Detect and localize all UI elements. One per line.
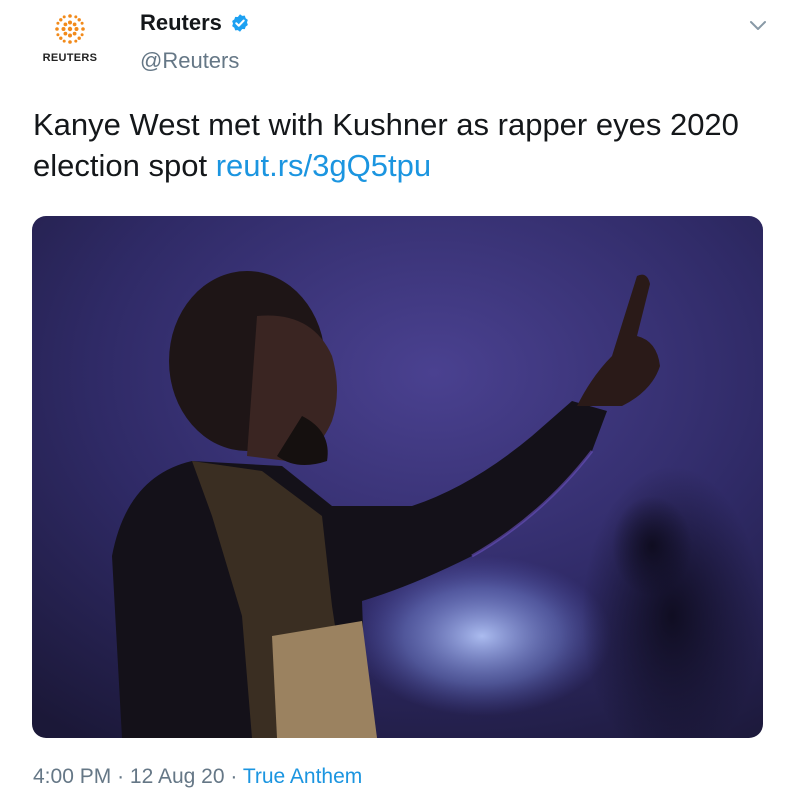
- tweet-time[interactable]: 4:00 PM: [33, 765, 111, 788]
- meta-separator: ·: [117, 765, 125, 788]
- account-name[interactable]: Reuters: [140, 10, 222, 36]
- account-name-row[interactable]: Reuters: [140, 10, 250, 36]
- reuters-logo-icon: [55, 14, 85, 44]
- tweet-date[interactable]: 12 Aug 20: [130, 765, 225, 788]
- photo-image: [32, 216, 763, 738]
- tweet-link[interactable]: reut.rs/3gQ5tpu: [216, 148, 431, 183]
- tweet-source[interactable]: True Anthem: [243, 765, 362, 788]
- tweet-text: Kanye West met with Kushner as rapper ey…: [33, 104, 773, 186]
- meta-separator-2: ·: [230, 765, 238, 788]
- tweet-meta: 4:00 PM · 12 Aug 20 · True Anthem: [33, 765, 362, 789]
- tweet-photo[interactable]: [32, 216, 763, 738]
- account-avatar[interactable]: REUTERS: [30, 8, 110, 72]
- account-handle[interactable]: @Reuters: [140, 48, 239, 74]
- chevron-down-icon[interactable]: [748, 18, 768, 34]
- verified-badge-icon: [232, 14, 248, 32]
- logo-wordmark: REUTERS: [42, 52, 98, 64]
